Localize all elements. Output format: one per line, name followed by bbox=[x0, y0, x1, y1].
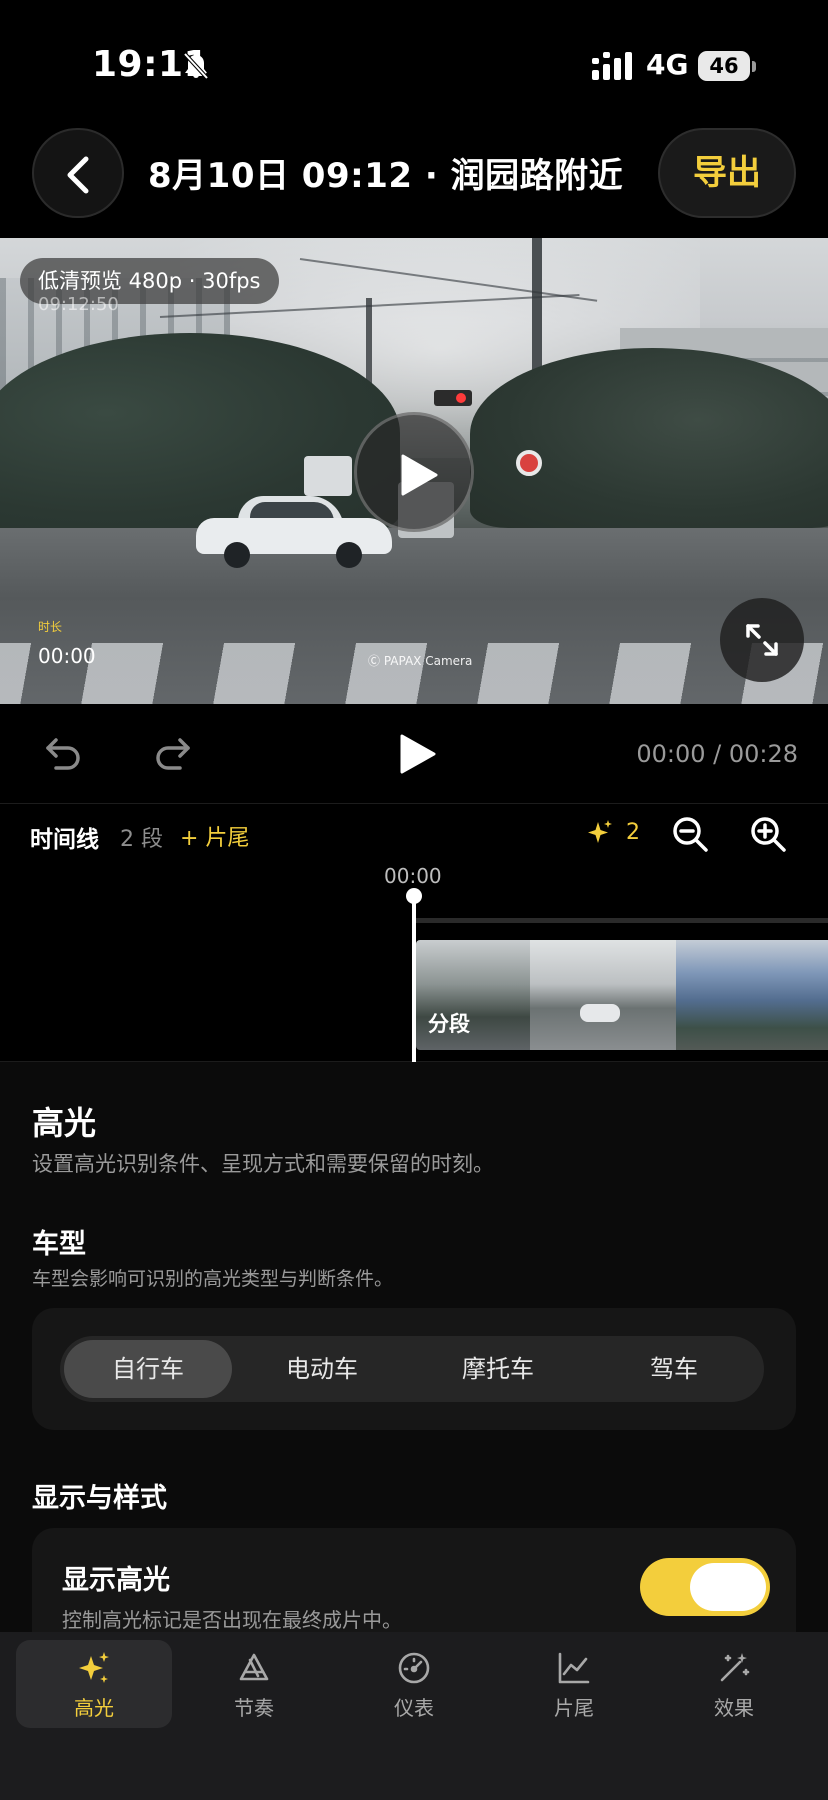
vehicle-option-ebike[interactable]: 电动车 bbox=[238, 1340, 406, 1398]
back-button[interactable] bbox=[32, 128, 124, 218]
sparkle-icon bbox=[588, 820, 612, 843]
vehicle-section-title: 车型 bbox=[32, 1229, 86, 1260]
battery-icon: 46 bbox=[698, 51, 750, 81]
gauge-icon bbox=[398, 1652, 430, 1684]
tab-label: 片尾 bbox=[554, 1696, 594, 1720]
sparkles-icon bbox=[79, 1652, 109, 1683]
zoom-out-icon[interactable] bbox=[670, 814, 710, 854]
display-section-title: 显示与样式 bbox=[32, 1483, 167, 1514]
bottom-tab-bar: 高光 节奏 仪表 片尾 效果 bbox=[0, 1632, 828, 1800]
play-icon bbox=[401, 454, 438, 496]
duration-value: 00:00 bbox=[38, 644, 96, 668]
magic-wand-icon bbox=[720, 1653, 750, 1682]
timeline-ruler bbox=[416, 918, 828, 923]
zoom-in-icon[interactable] bbox=[748, 814, 788, 854]
export-button[interactable]: 导出 bbox=[658, 128, 796, 218]
segment-count: 2 段 bbox=[120, 827, 163, 852]
play-button[interactable] bbox=[394, 732, 438, 776]
fullscreen-button[interactable] bbox=[720, 598, 804, 682]
rhythm-icon bbox=[239, 1653, 269, 1681]
vehicle-section-subtitle: 车型会影响可识别的高光类型与判断条件。 bbox=[32, 1268, 394, 1290]
tab-label: 高光 bbox=[74, 1696, 114, 1720]
add-outro-button[interactable]: + 片尾 bbox=[180, 820, 249, 852]
vehicle-type-card: 自行车 电动车 摩托车 驾车 bbox=[32, 1308, 796, 1430]
video-scene-traffic-light bbox=[434, 390, 472, 406]
toggle-knob bbox=[690, 1563, 766, 1611]
show-highlight-toggle[interactable] bbox=[640, 1558, 770, 1616]
video-scene-truck bbox=[304, 456, 352, 496]
vehicle-option-bicycle[interactable]: 自行车 bbox=[64, 1340, 232, 1398]
tab-effects[interactable]: 效果 bbox=[656, 1640, 812, 1728]
signal-icon bbox=[592, 52, 632, 80]
panel-subtitle: 设置高光识别条件、呈现方式和需要保留的时刻。 bbox=[32, 1152, 494, 1176]
video-clip-segment[interactable]: 分段 bbox=[416, 940, 828, 1050]
tab-highlight[interactable]: 高光 bbox=[16, 1640, 172, 1728]
timeline-header: 时间线 2 段 + 片尾 2 bbox=[0, 804, 828, 864]
chart-icon bbox=[558, 1652, 590, 1684]
playback-controls: 00:00 / 00:28 bbox=[0, 704, 828, 804]
tab-label: 节奏 bbox=[234, 1696, 274, 1720]
panel-title: 高光 bbox=[32, 1104, 97, 1142]
header: 8月10日 09:12 · 润园路附近 导出 bbox=[0, 128, 828, 238]
expand-icon bbox=[746, 624, 778, 656]
chevron-left-icon bbox=[67, 156, 89, 194]
status-bar: 19:11 4G 46 bbox=[0, 0, 828, 130]
tab-rhythm[interactable]: 节奏 bbox=[176, 1640, 332, 1728]
undo-icon[interactable] bbox=[42, 732, 86, 776]
clip-thumbnail bbox=[530, 940, 676, 1050]
highlight-count: 2 bbox=[626, 820, 640, 845]
network-type: 4G bbox=[646, 48, 689, 81]
timeline-title: 时间线 bbox=[30, 827, 99, 853]
muted-bell-icon bbox=[183, 52, 209, 80]
show-highlight-subtitle: 控制高光标记是否出现在最终成片中。 bbox=[62, 1608, 402, 1632]
playhead[interactable] bbox=[412, 896, 416, 1062]
camera-watermark: Ⓒ PAPAX Camera bbox=[368, 654, 473, 668]
vehicle-option-motorcycle[interactable]: 摩托车 bbox=[414, 1340, 582, 1398]
playhead-time: 00:00 bbox=[384, 864, 442, 888]
duration-label: 时长 bbox=[38, 620, 63, 634]
page-title: 8月10日 09:12 · 润园路附近 bbox=[148, 156, 624, 196]
video-scene-car bbox=[196, 496, 392, 568]
tab-label: 效果 bbox=[714, 1696, 754, 1720]
tab-outro[interactable]: 片尾 bbox=[496, 1640, 652, 1728]
video-scene-trees-right bbox=[470, 348, 828, 528]
battery-level: 46 bbox=[709, 54, 739, 78]
timeline-track[interactable]: 00:00 分段 bbox=[0, 864, 828, 1062]
video-scene-road-sign bbox=[516, 450, 542, 476]
clip-label: 分段 bbox=[428, 1012, 470, 1036]
highlight-settings-panel: 高光 设置高光识别条件、呈现方式和需要保留的时刻。 车型 车型会影响可识别的高光… bbox=[0, 1062, 828, 1648]
show-highlight-title: 显示高光 bbox=[62, 1565, 170, 1596]
battery-cap bbox=[752, 61, 756, 72]
playhead-handle[interactable] bbox=[406, 888, 422, 904]
vehicle-type-selector: 自行车 电动车 摩托车 驾车 bbox=[60, 1336, 764, 1402]
clip-thumbnail bbox=[676, 940, 828, 1050]
redo-icon[interactable] bbox=[150, 732, 194, 776]
playback-time: 00:00 / 00:28 bbox=[636, 740, 798, 768]
video-preview[interactable]: 低清预览 480p · 30fps 09:12:50 时长 00:00 Ⓒ PA… bbox=[0, 238, 828, 704]
tab-gauge[interactable]: 仪表 bbox=[336, 1640, 492, 1728]
show-highlight-card: 显示高光 控制高光标记是否出现在最终成片中。 bbox=[32, 1528, 796, 1648]
video-play-button[interactable] bbox=[354, 412, 474, 532]
tab-label: 仪表 bbox=[394, 1696, 434, 1720]
video-timestamp: 09:12:50 bbox=[38, 294, 119, 315]
vehicle-option-car[interactable]: 驾车 bbox=[590, 1340, 758, 1398]
